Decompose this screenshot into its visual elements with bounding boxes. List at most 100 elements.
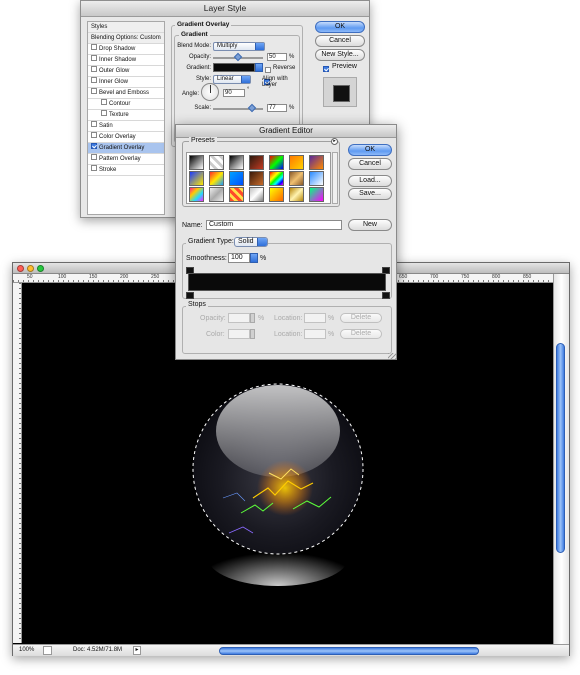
delete-color-stop-button[interactable]: Delete xyxy=(340,329,382,339)
resize-grip-icon[interactable] xyxy=(388,353,396,359)
preset-swatch[interactable] xyxy=(189,171,204,186)
cancel-button[interactable]: Cancel xyxy=(315,35,365,47)
opacity-stop-right[interactable] xyxy=(382,265,390,274)
ge-cancel-button[interactable]: Cancel xyxy=(348,158,392,170)
color-stop-right[interactable] xyxy=(382,292,390,299)
style-item-label: Texture xyxy=(109,112,129,118)
new-gradient-button[interactable]: New xyxy=(348,219,392,231)
gradient-type-select[interactable]: Solid xyxy=(234,237,268,247)
gradient-preview[interactable] xyxy=(213,63,255,72)
blend-mode-select[interactable]: Multiply xyxy=(213,42,265,51)
preset-swatch[interactable] xyxy=(249,171,264,186)
preset-swatch[interactable] xyxy=(209,187,224,202)
style-item-inner-shadow[interactable]: Inner Shadow xyxy=(88,55,164,66)
style-item-gradient-overlay[interactable]: Gradient Overlay xyxy=(88,143,164,154)
style-item-checkbox[interactable] xyxy=(91,55,97,62)
style-item-contour[interactable]: Contour xyxy=(88,99,164,110)
stop-opacity-dropdown-icon[interactable] xyxy=(250,313,255,323)
gradient-group-title: Gradient xyxy=(179,31,210,38)
zoom-level[interactable]: 100% xyxy=(19,645,34,656)
style-item-pattern-overlay[interactable]: Pattern Overlay xyxy=(88,154,164,165)
color-stop-left[interactable] xyxy=(186,292,194,299)
scale-field[interactable]: 77 xyxy=(267,104,287,112)
preset-swatch[interactable] xyxy=(309,171,324,186)
preset-swatch[interactable] xyxy=(309,187,324,202)
blending-options-item[interactable]: Blending Options: Custom xyxy=(88,33,164,44)
stop-color-location-field[interactable] xyxy=(304,329,326,339)
ruler-label: 850 xyxy=(523,274,532,280)
stop-color-dropdown-icon[interactable] xyxy=(250,329,255,339)
style-item-checkbox[interactable] xyxy=(91,143,97,150)
zoom-window-icon[interactable] xyxy=(37,265,44,272)
style-item-checkbox[interactable] xyxy=(91,132,97,139)
style-item-inner-glow[interactable]: Inner Glow xyxy=(88,77,164,88)
style-item-texture[interactable]: Texture xyxy=(88,110,164,121)
style-item-checkbox[interactable] xyxy=(101,99,107,106)
preset-swatch[interactable] xyxy=(289,171,304,186)
preset-swatch[interactable] xyxy=(209,171,224,186)
reverse-checkbox[interactable] xyxy=(265,66,271,73)
smoothness-dropdown-icon[interactable] xyxy=(250,253,258,263)
gradient-dropdown-icon[interactable] xyxy=(255,63,263,72)
preset-swatch[interactable] xyxy=(189,155,204,170)
angle-field[interactable]: 90 xyxy=(223,89,245,97)
gradient-bar[interactable] xyxy=(188,273,386,291)
style-item-stroke[interactable]: Stroke xyxy=(88,165,164,176)
stop-opacity-field[interactable] xyxy=(228,313,250,323)
stop-opacity-location-unit: % xyxy=(328,315,335,322)
name-field[interactable]: Custom xyxy=(206,220,342,230)
style-item-satin[interactable]: Satin xyxy=(88,121,164,132)
preset-swatch[interactable] xyxy=(229,155,244,170)
style-item-label: Contour xyxy=(109,101,131,107)
style-item-checkbox[interactable] xyxy=(91,154,97,161)
preset-swatch[interactable] xyxy=(249,155,264,170)
style-item-label: Inner Shadow xyxy=(99,57,137,63)
style-item-checkbox[interactable] xyxy=(101,110,107,117)
status-arrow-icon[interactable]: ▸ xyxy=(133,646,141,655)
opacity-field[interactable]: 50 xyxy=(267,53,287,61)
style-item-checkbox[interactable] xyxy=(91,121,97,128)
style-item-checkbox[interactable] xyxy=(91,77,97,84)
preset-swatch[interactable] xyxy=(289,155,304,170)
stop-color-swatch[interactable] xyxy=(228,329,250,339)
preset-swatch[interactable] xyxy=(189,187,204,202)
stop-opacity-location-field[interactable] xyxy=(304,313,326,323)
preset-swatch[interactable] xyxy=(269,155,284,170)
presets-scrollbar[interactable] xyxy=(332,152,338,204)
preset-swatch[interactable] xyxy=(229,171,244,186)
vertical-scroll-thumb[interactable] xyxy=(556,343,565,553)
minimize-window-icon[interactable] xyxy=(27,265,34,272)
style-item-checkbox[interactable] xyxy=(91,165,97,172)
preset-swatch[interactable] xyxy=(309,155,324,170)
preset-swatch[interactable] xyxy=(209,155,224,170)
style-item-outer-glow[interactable]: Outer Glow xyxy=(88,66,164,77)
preset-swatch[interactable] xyxy=(289,187,304,202)
status-menu-icon[interactable] xyxy=(43,646,52,655)
styles-header[interactable]: Styles xyxy=(88,22,164,33)
preset-swatch[interactable] xyxy=(229,187,244,202)
style-select[interactable]: Linear xyxy=(213,75,251,84)
delete-opacity-stop-button[interactable]: Delete xyxy=(340,313,382,323)
ge-ok-button[interactable]: OK xyxy=(348,144,392,156)
smoothness-field[interactable]: 100 xyxy=(228,253,250,263)
ruler-label: 650 xyxy=(399,274,408,280)
opacity-stop-left[interactable] xyxy=(186,265,194,274)
preset-swatch[interactable] xyxy=(269,171,284,186)
style-item-bevel-and-emboss[interactable]: Bevel and Emboss xyxy=(88,88,164,99)
ge-save-button[interactable]: Save... xyxy=(348,188,392,200)
horizontal-scroll-thumb[interactable] xyxy=(219,647,479,655)
style-item-checkbox[interactable] xyxy=(91,44,97,51)
preset-swatch[interactable] xyxy=(269,187,284,202)
style-item-checkbox[interactable] xyxy=(91,88,97,95)
new-style-button[interactable]: New Style... xyxy=(315,49,365,61)
ge-load-button[interactable]: Load... xyxy=(348,175,392,187)
angle-dial[interactable] xyxy=(201,83,219,101)
ok-button[interactable]: OK xyxy=(315,21,365,33)
style-item-checkbox[interactable] xyxy=(91,66,97,73)
close-window-icon[interactable] xyxy=(17,265,24,272)
preset-swatch[interactable] xyxy=(249,187,264,202)
style-item-color-overlay[interactable]: Color Overlay xyxy=(88,132,164,143)
presets-menu-icon[interactable]: ▸ xyxy=(331,138,338,145)
preview-checkbox[interactable] xyxy=(323,65,329,72)
style-item-drop-shadow[interactable]: Drop Shadow xyxy=(88,44,164,55)
